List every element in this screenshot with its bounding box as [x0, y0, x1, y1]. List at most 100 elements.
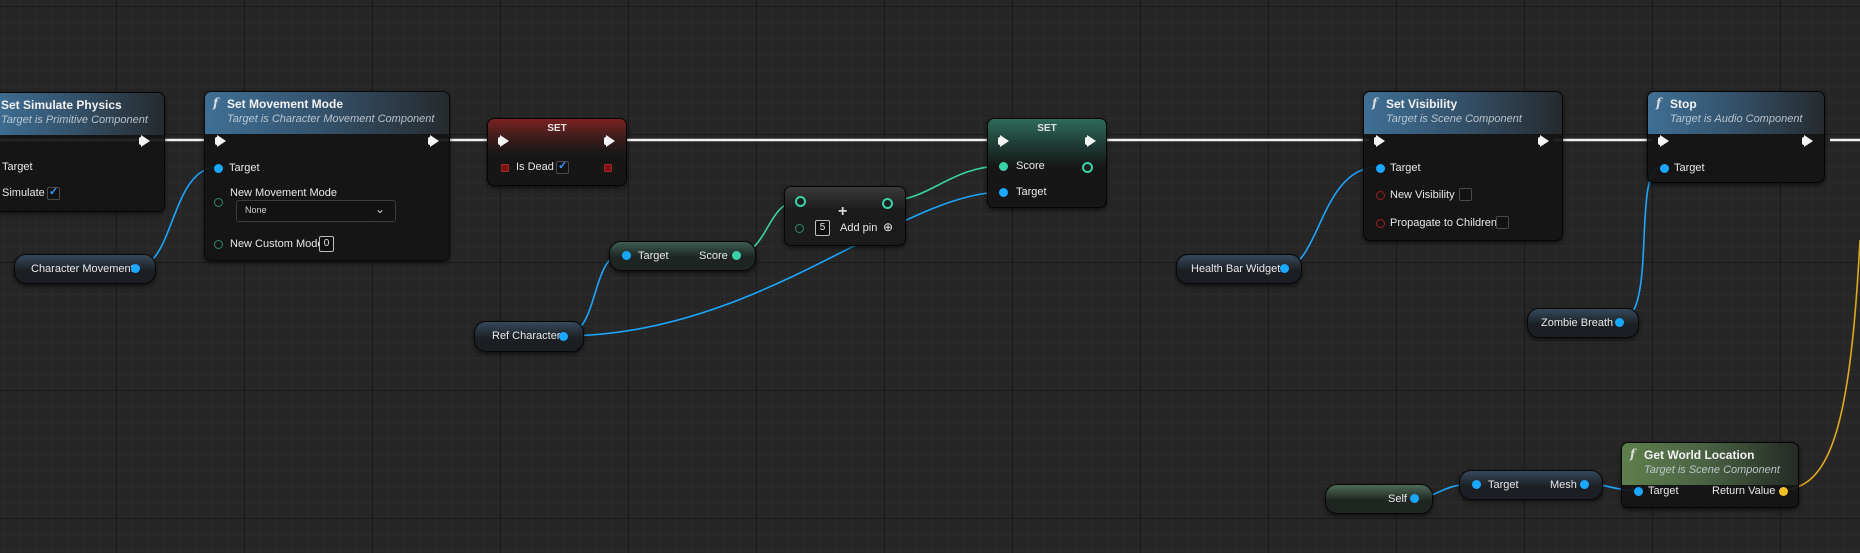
self-node[interactable]: Self — [1325, 484, 1433, 514]
set-visibility-node[interactable]: f Set Visibility Target is Scene Compone… — [1363, 91, 1563, 241]
character-movement-output-pin[interactable] — [131, 264, 140, 273]
node-header: f Get World Location Target is Scene Com… — [1622, 443, 1798, 485]
is-dead-input-pin[interactable] — [501, 164, 509, 172]
get-score-node[interactable]: Target Score — [609, 241, 756, 271]
exec-in-pin[interactable] — [1374, 135, 1385, 147]
exec-in-pin[interactable] — [498, 135, 509, 147]
stop-node[interactable]: f Stop Target is Audio Component Target — [1647, 91, 1825, 183]
node-title: Set Simulate Physics — [1, 98, 122, 112]
exec-in-pin[interactable] — [215, 135, 226, 147]
target-pin[interactable] — [1634, 487, 1643, 496]
target-pin[interactable] — [1660, 164, 1669, 173]
exec-out-pin[interactable] — [604, 135, 615, 147]
return-value-pin[interactable] — [1779, 487, 1788, 496]
add-pin-icon[interactable]: ⊕ — [883, 220, 893, 234]
health-bar-widget-variable-node[interactable]: Health Bar Widget — [1176, 254, 1302, 284]
score-output-pin[interactable] — [732, 251, 741, 260]
target-pin[interactable] — [214, 164, 223, 173]
simulate-checkbox[interactable] — [47, 185, 60, 200]
target-label: Target — [1016, 186, 1047, 198]
is-dead-output-pin[interactable] — [604, 164, 612, 172]
score-input-pin[interactable] — [999, 162, 1008, 171]
new-movement-mode-pin[interactable] — [214, 198, 223, 207]
target-pin-label: Target — [229, 162, 260, 174]
function-icon: f — [1630, 447, 1636, 461]
movement-mode-dropdown[interactable]: None ⌄ — [236, 200, 396, 222]
ref-character-output-pin[interactable] — [559, 332, 568, 341]
variable-label: Character Movement — [31, 263, 134, 275]
score-label: Score — [699, 250, 728, 262]
propagate-label: Propagate to Children — [1390, 217, 1498, 229]
dropdown-value: None — [245, 205, 267, 215]
new-custom-mode-label: New Custom Mode — [230, 238, 324, 250]
new-movement-mode-label: New Movement Mode — [230, 187, 337, 199]
add-pin-label[interactable]: Add pin — [840, 222, 877, 234]
node-title: Stop — [1670, 97, 1697, 111]
ref-character-variable-node[interactable]: Ref Character — [474, 321, 584, 352]
exec-out-pin[interactable] — [1085, 135, 1096, 147]
exec-out-pin[interactable] — [1538, 135, 1549, 147]
node-subtitle: Target is Character Movement Component — [227, 113, 435, 125]
add-input-a-pin[interactable] — [795, 196, 806, 207]
node-header: f Set Visibility Target is Scene Compone… — [1364, 92, 1562, 134]
set-simulate-physics-node[interactable]: Set Simulate Physics Target is Primitive… — [0, 92, 165, 212]
score-label: Score — [1016, 160, 1045, 172]
health-bar-output-pin[interactable] — [1280, 264, 1289, 273]
node-title: Get World Location — [1644, 448, 1755, 462]
node-title: Set Visibility — [1386, 97, 1458, 111]
new-visibility-pin[interactable] — [1376, 191, 1385, 200]
target-label: Target — [1674, 162, 1705, 174]
set-movement-mode-node[interactable]: f Set Movement Mode Target is Character … — [204, 91, 450, 261]
node-header: f Set Movement Mode Target is Character … — [205, 92, 449, 134]
target-label: Target — [638, 250, 669, 262]
mesh-label: Mesh — [1550, 479, 1577, 491]
exec-out-pin[interactable] — [428, 135, 439, 147]
mesh-output-pin[interactable] — [1580, 480, 1589, 489]
variable-label: Ref Character — [492, 330, 561, 342]
function-icon: f — [213, 96, 219, 110]
set-is-dead-node[interactable]: SET Is Dead — [487, 118, 627, 186]
propagate-pin[interactable] — [1376, 219, 1385, 228]
exec-in-pin[interactable] — [998, 135, 1009, 147]
node-title: Set Movement Mode — [227, 97, 344, 111]
variable-label: Zombie Breath — [1541, 317, 1614, 329]
add-operator-node[interactable]: + 5 Add pin ⊕ — [784, 186, 906, 246]
node-subtitle: Target is Scene Component — [1644, 464, 1780, 476]
node-subtitle: Target is Audio Component — [1670, 113, 1803, 125]
score-output-pin[interactable] — [1082, 162, 1093, 173]
target-pin-label: Target — [2, 161, 33, 173]
zombie-breath-output-pin[interactable] — [1615, 318, 1624, 327]
exec-out-pin[interactable] — [139, 135, 150, 147]
simulate-pin-label: Simulate — [2, 187, 45, 199]
variable-label: Health Bar Widget — [1191, 263, 1281, 275]
is-dead-label: Is Dead — [516, 161, 554, 173]
target-input-pin[interactable] — [622, 251, 631, 260]
add-value-input[interactable]: 5 — [815, 220, 830, 236]
node-subtitle: Target is Primitive Component — [1, 114, 148, 126]
target-input-pin[interactable] — [1472, 480, 1481, 489]
exec-out-pin[interactable] — [1802, 135, 1813, 147]
target-pin[interactable] — [1376, 164, 1385, 173]
chevron-down-icon: ⌄ — [374, 202, 385, 216]
target-label: Target — [1648, 485, 1679, 497]
propagate-checkbox[interactable] — [1496, 216, 1509, 229]
zombie-breath-variable-node[interactable]: Zombie Breath — [1527, 308, 1639, 338]
return-value-label: Return Value — [1712, 485, 1776, 497]
target-label: Target — [1488, 479, 1519, 491]
custom-mode-input[interactable]: 0 — [319, 236, 334, 252]
function-icon: f — [1372, 96, 1378, 110]
get-world-location-node[interactable]: f Get World Location Target is Scene Com… — [1621, 442, 1799, 508]
character-movement-variable-node[interactable]: Character Movement — [14, 254, 156, 284]
is-dead-checkbox[interactable] — [556, 159, 569, 174]
function-icon: f — [1656, 96, 1662, 110]
target-input-pin[interactable] — [999, 188, 1008, 197]
set-score-node[interactable]: SET Score Target — [987, 118, 1107, 208]
add-output-pin[interactable] — [882, 198, 893, 209]
get-mesh-node[interactable]: Target Mesh — [1459, 470, 1603, 500]
exec-in-pin[interactable] — [1658, 135, 1669, 147]
self-output-pin[interactable] — [1410, 494, 1419, 503]
add-input-b-pin[interactable] — [795, 224, 804, 233]
new-custom-mode-pin[interactable] — [214, 240, 223, 249]
add-operator-symbol: + — [838, 203, 848, 220]
new-visibility-checkbox[interactable] — [1459, 188, 1472, 201]
